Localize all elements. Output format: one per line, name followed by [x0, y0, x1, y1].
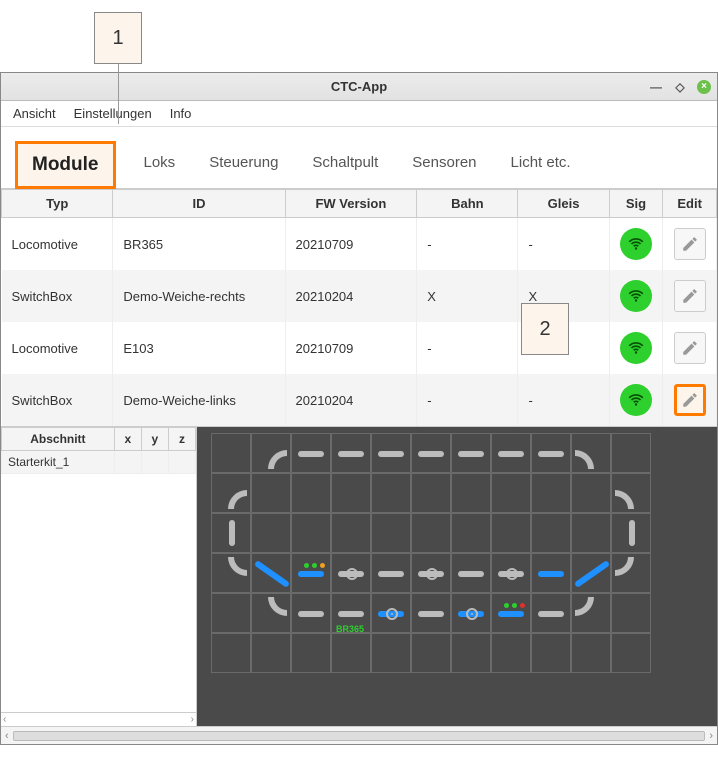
edit-button[interactable] — [674, 228, 706, 260]
app-window: CTC-App — ◇ × Ansicht Einstellungen Info… — [0, 72, 718, 745]
table-row[interactable]: SwitchBoxDemo-Weiche-rechts20210204XX — [2, 270, 717, 322]
lower-panel: Abschnitt x y z Starterkit_1 ‹› — [1, 426, 717, 726]
window-title: CTC-App — [331, 79, 387, 94]
cell-typ: Locomotive — [2, 218, 113, 271]
col-gleis[interactable]: Gleis — [518, 190, 609, 218]
table-row[interactable]: SwitchBoxDemo-Weiche-links20210204-- — [2, 374, 717, 426]
cell-id: E103 — [113, 322, 285, 374]
edit-button[interactable] — [674, 280, 706, 312]
close-icon[interactable]: × — [697, 80, 711, 94]
wifi-icon — [620, 280, 652, 312]
cell-bahn: - — [417, 218, 518, 271]
sec-col-y[interactable]: y — [141, 428, 168, 451]
maximize-icon[interactable]: ◇ — [673, 80, 687, 94]
cell-sig — [609, 322, 663, 374]
cell-fw: 20210709 — [285, 218, 417, 271]
section-name: Starterkit_1 — [2, 451, 115, 474]
modules-table: Typ ID FW Version Bahn Gleis Sig Edit Lo… — [1, 189, 717, 426]
section-y — [141, 451, 168, 474]
cell-edit — [663, 374, 717, 426]
tab-steuerung[interactable]: Steuerung — [203, 144, 284, 185]
menu-ansicht[interactable]: Ansicht — [13, 106, 56, 121]
wifi-icon — [620, 332, 652, 364]
cell-id: Demo-Weiche-rechts — [113, 270, 285, 322]
tab-module[interactable]: Module — [15, 141, 116, 189]
menubar: Ansicht Einstellungen Info — [1, 101, 717, 127]
cell-fw: 20210204 — [285, 270, 417, 322]
col-fw[interactable]: FW Version — [285, 190, 417, 218]
tabbar: Module Loks Steuerung Schaltpult Sensore… — [1, 127, 717, 189]
sections-scrollbar[interactable]: ‹› — [1, 712, 196, 726]
tab-loks[interactable]: Loks — [138, 144, 182, 185]
cell-typ: Locomotive — [2, 322, 113, 374]
cell-sig — [609, 270, 663, 322]
col-sig[interactable]: Sig — [609, 190, 663, 218]
scroll-left-icon[interactable]: ‹ — [5, 730, 9, 742]
table-row[interactable]: LocomotiveBR36520210709-- — [2, 218, 717, 271]
table-row[interactable]: LocomotiveE10320210709-- — [2, 322, 717, 374]
cell-bahn: - — [417, 374, 518, 426]
callout-2: 2 — [521, 303, 569, 355]
sections-panel: Abschnitt x y z Starterkit_1 ‹› — [1, 427, 197, 726]
col-edit[interactable]: Edit — [663, 190, 717, 218]
wifi-icon — [620, 228, 652, 260]
cell-typ: SwitchBox — [2, 270, 113, 322]
cell-bahn: - — [417, 322, 518, 374]
callout-1: 1 — [94, 12, 142, 64]
sec-col-x[interactable]: x — [114, 428, 141, 451]
cell-sig — [609, 374, 663, 426]
titlebar: CTC-App — ◇ × — [1, 73, 717, 101]
menu-info[interactable]: Info — [170, 106, 192, 121]
track-layout[interactable]: BR365 — [197, 427, 717, 726]
menu-einstellungen[interactable]: Einstellungen — [74, 106, 152, 121]
sec-col-z[interactable]: z — [168, 428, 195, 451]
section-row[interactable]: Starterkit_1 — [2, 451, 196, 474]
wifi-icon — [620, 384, 652, 416]
col-id[interactable]: ID — [113, 190, 285, 218]
col-typ[interactable]: Typ — [2, 190, 113, 218]
cell-edit — [663, 270, 717, 322]
cell-gleis: - — [518, 374, 609, 426]
cell-id: BR365 — [113, 218, 285, 271]
cell-bahn: X — [417, 270, 518, 322]
cell-edit — [663, 218, 717, 271]
main-scrollbar[interactable]: ‹ › — [1, 726, 717, 744]
tab-sensoren[interactable]: Sensoren — [406, 144, 482, 185]
cell-fw: 20210204 — [285, 374, 417, 426]
cell-sig — [609, 218, 663, 271]
section-z — [168, 451, 195, 474]
tab-schaltpult[interactable]: Schaltpult — [306, 144, 384, 185]
cell-fw: 20210709 — [285, 322, 417, 374]
sec-col-abschnitt[interactable]: Abschnitt — [2, 428, 115, 451]
cell-id: Demo-Weiche-links — [113, 374, 285, 426]
section-x — [114, 451, 141, 474]
col-bahn[interactable]: Bahn — [417, 190, 518, 218]
scroll-right-icon[interactable]: › — [709, 730, 713, 742]
callout-1-line — [118, 64, 119, 124]
tab-licht[interactable]: Licht etc. — [505, 144, 577, 185]
cell-edit — [663, 322, 717, 374]
cell-gleis: - — [518, 218, 609, 271]
edit-button[interactable] — [674, 332, 706, 364]
minimize-icon[interactable]: — — [649, 80, 663, 94]
cell-typ: SwitchBox — [2, 374, 113, 426]
edit-button[interactable] — [674, 384, 706, 416]
